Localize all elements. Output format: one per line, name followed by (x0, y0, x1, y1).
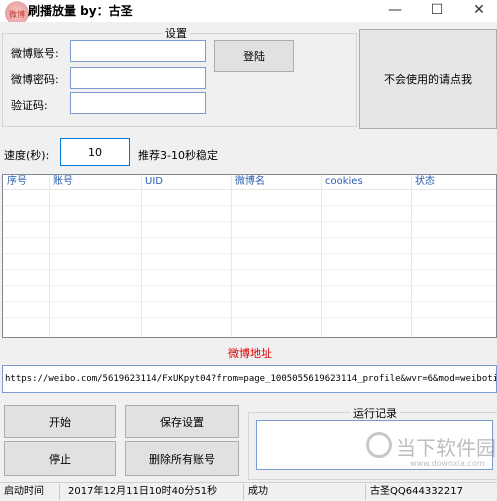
captcha-input[interactable] (70, 92, 206, 114)
help-button[interactable]: 不会使用的请点我 (359, 29, 497, 129)
start-button[interactable]: 开始 (4, 405, 116, 438)
column-header-cookies[interactable]: cookies (321, 175, 411, 189)
account-label: 微博账号: (11, 47, 59, 60)
column-header-status[interactable]: 状态 (411, 175, 496, 189)
delete-all-accounts-button[interactable]: 删除所有账号 (125, 441, 239, 476)
column-divider (411, 175, 412, 337)
watermark-logo-icon (366, 432, 392, 458)
column-header-account[interactable]: 账号 (49, 175, 141, 189)
window-title: 刷播放量 by：古圣 (28, 4, 133, 18)
speed-hint: 推荐3-10秒稳定 (138, 149, 218, 162)
row-divider (3, 285, 496, 286)
watermark-text: 当下软件园 (396, 436, 496, 460)
row-divider (3, 317, 496, 318)
column-divider (231, 175, 232, 337)
column-header-uid[interactable]: UID (141, 175, 231, 189)
login-button[interactable]: 登陆 (214, 40, 294, 72)
column-header-weibo-name[interactable]: 微博名 (231, 175, 321, 189)
column-divider (141, 175, 142, 337)
speed-input[interactable]: 10 (60, 138, 130, 166)
status-start-time: 2017年12月11日10时40分51秒 (64, 484, 244, 500)
column-header-index[interactable]: 序号 (3, 175, 49, 189)
row-divider (3, 221, 496, 222)
speed-label: 速度(秒): (4, 149, 50, 162)
account-table[interactable]: 序号 账号 UID 微博名 cookies 状态 (2, 174, 497, 338)
password-label: 微博密码: (11, 73, 59, 86)
status-result: 成功 (244, 484, 366, 500)
settings-group-title: 设置 (162, 25, 190, 41)
captcha-label: 验证码: (11, 99, 48, 112)
row-divider (3, 253, 496, 254)
status-bar: 启动时间 2017年12月11日10时40分51秒 成功 古圣QQ6443322… (0, 482, 497, 501)
weibo-url-input[interactable]: https://weibo.com/5619623114/FxUKpyt04?f… (2, 365, 497, 393)
column-divider (49, 175, 50, 337)
close-button[interactable]: ✕ (462, 0, 496, 22)
password-input[interactable] (70, 67, 206, 89)
stop-button[interactable]: 停止 (4, 441, 116, 476)
row-divider (3, 205, 496, 206)
status-author-qq: 古圣QQ644332217 (370, 486, 464, 497)
minimize-button[interactable]: — (378, 0, 412, 22)
weibo-url-label: 微博地址 (228, 347, 272, 360)
account-input[interactable] (70, 40, 206, 62)
maximize-button[interactable]: ☐ (420, 0, 454, 22)
column-divider (321, 175, 322, 337)
row-divider (3, 301, 496, 302)
row-divider (3, 269, 496, 270)
watermark-url: www.downxia.com (410, 459, 485, 468)
log-group-title: 运行记录 (350, 405, 400, 421)
row-divider (3, 237, 496, 238)
table-header: 序号 账号 UID 微博名 cookies 状态 (3, 175, 496, 190)
status-label: 启动时间 (0, 484, 60, 500)
save-settings-button[interactable]: 保存设置 (125, 405, 239, 438)
